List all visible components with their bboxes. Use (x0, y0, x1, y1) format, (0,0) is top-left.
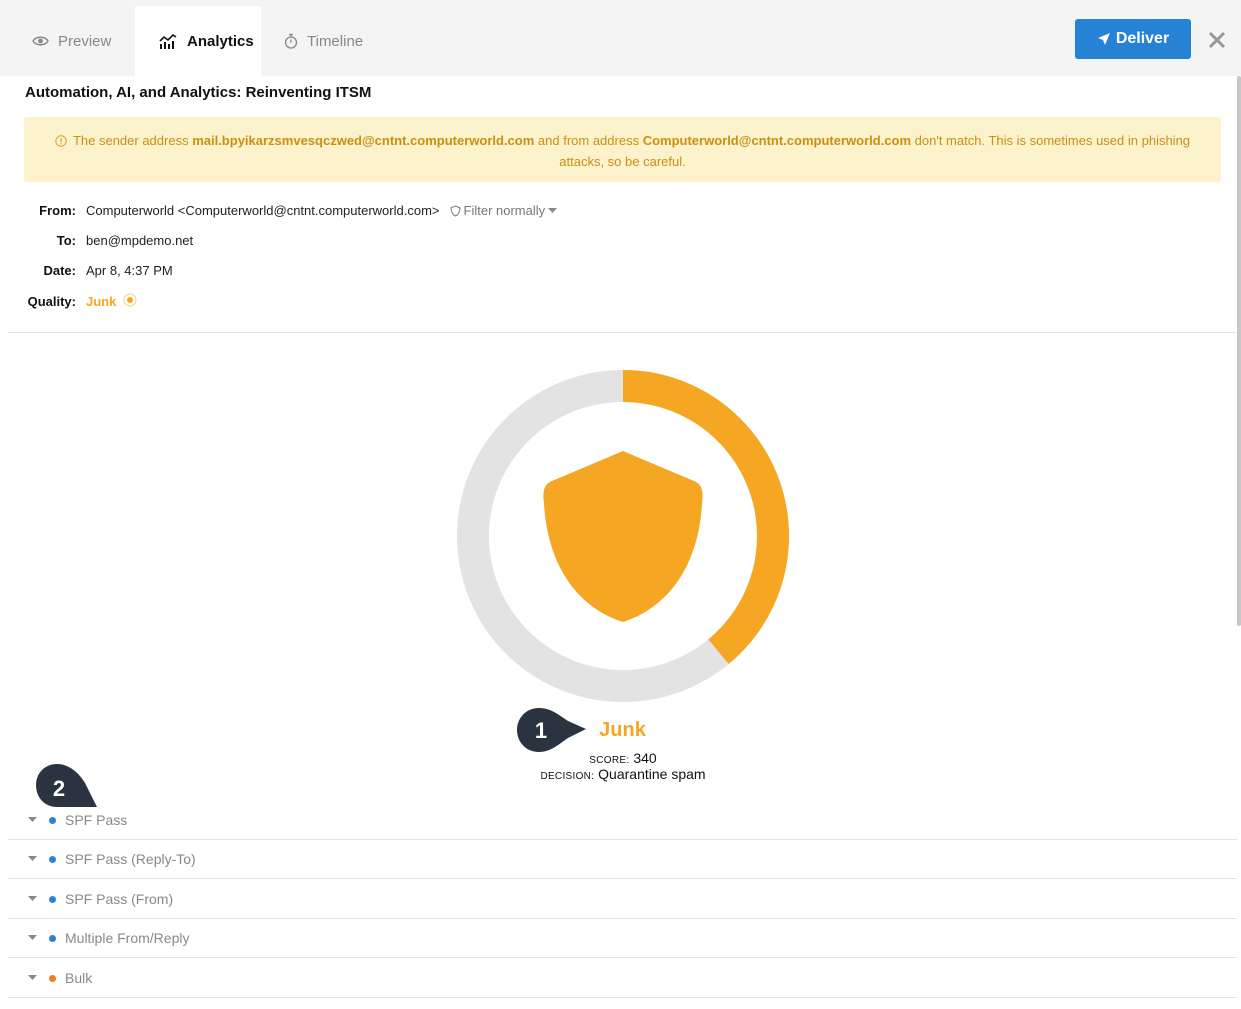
tab-label: Analytics (187, 32, 254, 50)
rule-row-spf-pass[interactable]: SPF Pass (8, 801, 1237, 840)
quality-value: Junk (86, 294, 117, 309)
warning-from-address: Computerworld@cntnt.computerworld.com (642, 133, 912, 148)
caret-down-icon (28, 935, 37, 940)
status-dot (49, 974, 56, 982)
tab-preview[interactable]: Preview (32, 6, 111, 76)
rule-label: Multiple From/Reply (65, 930, 190, 946)
rule-row-spf-pass-reply-to[interactable]: SPF Pass (Reply-To) (8, 840, 1237, 879)
eye-icon (32, 35, 49, 47)
warning-middle: and from address (534, 133, 643, 148)
deliver-label: Deliver (1115, 30, 1170, 47)
tab-label: Timeline (307, 32, 364, 50)
rule-label: SPF Pass (65, 812, 128, 828)
chevron-down-icon (548, 207, 558, 213)
callout-number: 2 (53, 776, 65, 801)
callout-number: 1 (535, 718, 547, 743)
caret-down-icon (28, 856, 37, 861)
status-dot (49, 855, 56, 863)
close-icon (1208, 31, 1226, 49)
tab-label: Preview (58, 32, 112, 50)
caret-down-icon (28, 896, 37, 901)
status-dot (49, 934, 56, 942)
phishing-warning: The sender address mail.bpyikarzsmvesqcz… (24, 117, 1221, 182)
rule-label: SPF Pass (Reply-To) (65, 851, 196, 867)
deliver-button[interactable]: Deliver (1075, 19, 1191, 59)
status-dot (49, 895, 56, 903)
rule-row-multiple-from-reply[interactable]: Multiple From/Reply (8, 919, 1237, 958)
score-line: SCORE: 340 (523, 750, 723, 766)
shield-icon (543, 451, 703, 622)
filter-label: Filter normally (463, 203, 546, 218)
divider (8, 332, 1237, 333)
to-label: To: (56, 233, 76, 248)
tab-analytics[interactable]: Analytics (135, 6, 261, 76)
warning-prefix: The sender address (72, 133, 193, 148)
rule-row-bulk[interactable]: Bulk (8, 959, 1237, 998)
rule-label: SPF Pass (From) (65, 891, 174, 907)
decision-line: DECISION: Quarantine spam (523, 766, 723, 782)
tab-timeline[interactable]: Timeline (284, 6, 363, 76)
caret-down-icon (28, 975, 37, 980)
top-bar: Preview Analytics Timeline Deliver (0, 0, 1241, 76)
score-label: SCORE: (589, 755, 630, 766)
from-value: Computerworld <Computerworld@cntnt.compu… (86, 203, 440, 218)
quality-indicator-icon[interactable] (123, 293, 137, 310)
send-icon (1097, 33, 1110, 45)
shield-icon (450, 204, 461, 217)
warning-icon (55, 133, 67, 152)
email-subject: Automation, AI, and Analytics: Reinventi… (25, 84, 372, 101)
decision-label: DECISION: (540, 771, 595, 782)
date-label: Date: (43, 263, 76, 278)
date-row: Date: Apr 8, 4:37 PM (0, 263, 173, 278)
to-row: To: ben@mpdemo.net (0, 233, 193, 248)
filter-dropdown[interactable]: Filter normally (450, 203, 561, 218)
quality-row: Quality: Junk (0, 293, 137, 310)
rule-row-spf-pass-from[interactable]: SPF Pass (From) (8, 880, 1237, 919)
quality-label: Quality: (27, 294, 76, 309)
warning-sender: mail.bpyikarzsmvesqczwed@cntnt.computerw… (192, 133, 535, 148)
decision-value: Quarantine spam (598, 766, 706, 782)
rule-label: Bulk (65, 970, 93, 986)
date-value: Apr 8, 4:37 PM (86, 263, 173, 278)
to-value: ben@mpdemo.net (86, 233, 194, 248)
score-gauge (457, 370, 789, 702)
stopwatch-icon (284, 33, 298, 49)
scrollbar[interactable] (1237, 76, 1241, 626)
verdict-label: Junk (599, 719, 646, 741)
caret-down-icon (28, 817, 37, 822)
close-button[interactable] (1205, 28, 1229, 52)
score-value: 340 (633, 750, 657, 766)
from-label: From: (39, 203, 76, 218)
analytics-icon (158, 33, 178, 49)
from-row: From: Computerworld <Computerworld@cntnt… (0, 203, 560, 218)
status-dot (49, 816, 56, 824)
